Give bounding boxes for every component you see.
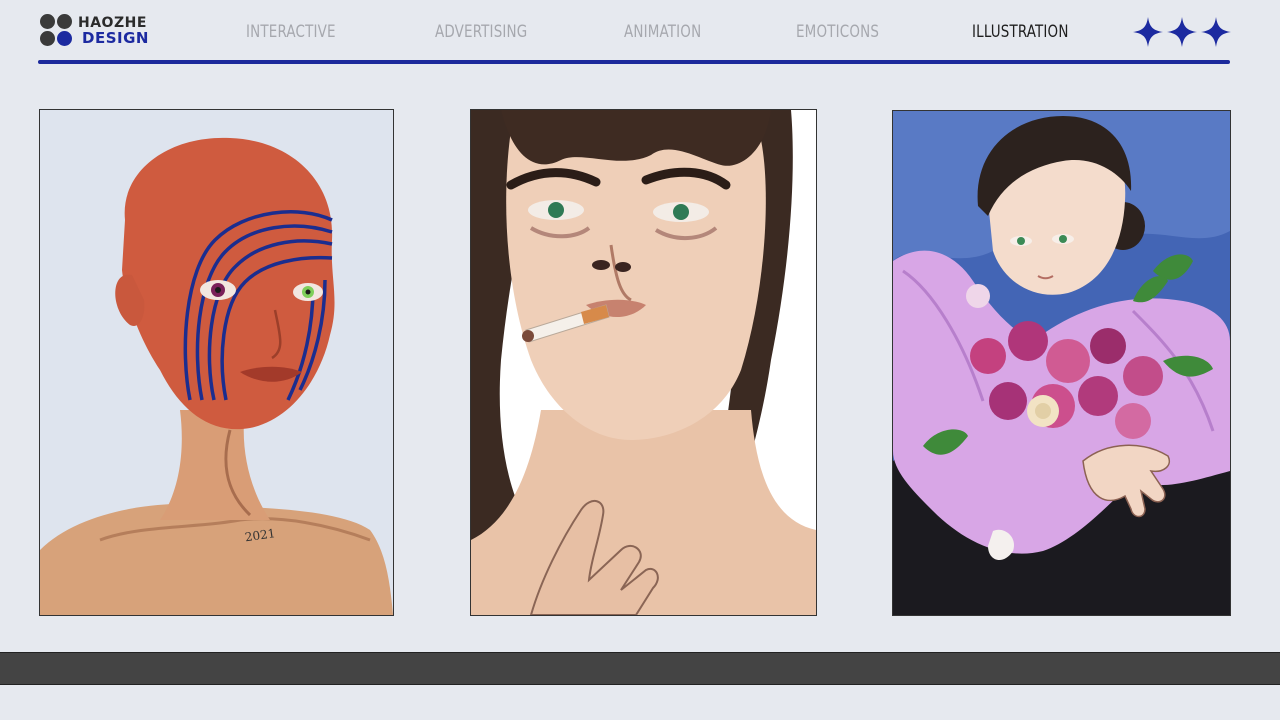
nav-item-advertising[interactable]: ADVERTISING [435,22,527,42]
illustration-card-3[interactable] [892,110,1231,616]
star-icon [1167,17,1197,47]
top-nav-bar: HAOZHE DESIGN INTERACTIVE ADVERTISING AN… [0,0,1280,64]
nav-item-illustration[interactable]: ILLUSTRATION [972,22,1069,42]
main-nav: INTERACTIVE ADVERTISING ANIMATION EMOTIC… [0,22,1280,46]
star-icon [1201,17,1231,47]
smoking-man-illustration [471,110,816,615]
nav-item-emoticons[interactable]: EMOTICONS [796,22,879,42]
star-icon [1133,17,1163,47]
decorative-stars [1132,16,1232,48]
nav-item-animation[interactable]: ANIMATION [624,22,701,42]
header-divider [38,60,1230,64]
illustration-card-2[interactable] [470,109,817,616]
bald-figure-illustration: 2021 [40,110,393,615]
nav-item-interactive[interactable]: INTERACTIVE [246,22,336,42]
bouquet-figure-illustration [893,111,1230,615]
footer-bar [0,652,1280,685]
illustration-card-1[interactable]: 2021 [39,109,394,616]
